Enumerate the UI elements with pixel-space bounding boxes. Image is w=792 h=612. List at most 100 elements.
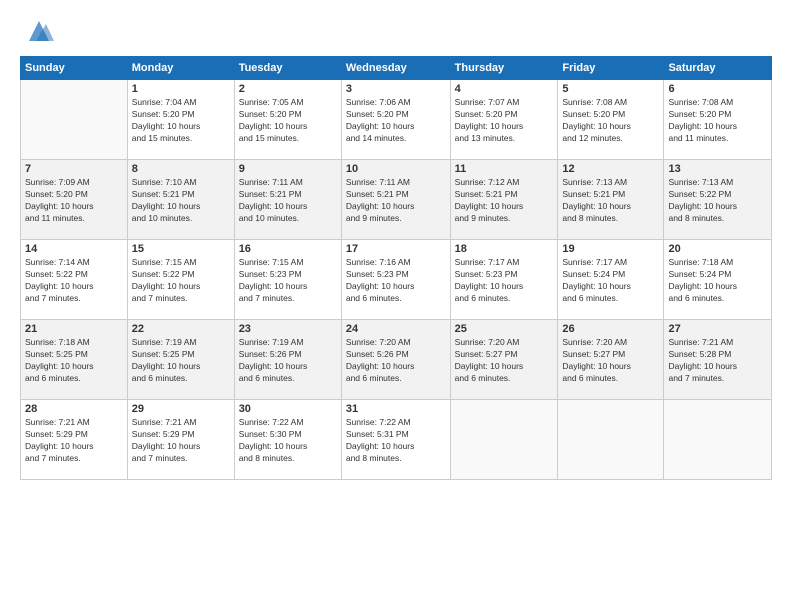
day-info: Sunrise: 7:19 AM Sunset: 5:25 PM Dayligh… <box>132 337 230 385</box>
day-number: 29 <box>132 403 230 415</box>
day-info: Sunrise: 7:11 AM Sunset: 5:21 PM Dayligh… <box>346 177 446 225</box>
calendar-cell: 3 Sunrise: 7:06 AM Sunset: 5:20 PM Daylig… <box>341 80 450 160</box>
calendar-cell <box>21 80 128 160</box>
calendar-cell: 14 Sunrise: 7:14 AM Sunset: 5:22 PM Dayli… <box>21 240 128 320</box>
calendar-cell: 1 Sunrise: 7:04 AM Sunset: 5:20 PM Daylig… <box>127 80 234 160</box>
calendar-cell: 8Sunrise: 7:10 AM Sunset: 5:21 PM Daylig… <box>127 160 234 240</box>
day-info: Sunrise: 7:13 AM Sunset: 5:21 PM Dayligh… <box>562 177 659 225</box>
day-info: Sunrise: 7:17 AM Sunset: 5:23 PM Dayligh… <box>455 257 554 305</box>
day-number: 3 <box>346 83 446 95</box>
calendar-cell: 17Sunrise: 7:16 AM Sunset: 5:23 PM Dayli… <box>341 240 450 320</box>
day-number: 23 <box>239 323 337 335</box>
calendar-header-row: SundayMondayTuesdayWednesdayThursdayFrid… <box>21 57 772 80</box>
calendar-cell: 27 Sunrise: 7:21 AM Sunset: 5:28 PM Dayli… <box>664 320 772 400</box>
calendar-cell <box>558 400 664 480</box>
day-number: 4 <box>455 83 554 95</box>
day-number: 20 <box>668 243 767 255</box>
day-number: 30 <box>239 403 337 415</box>
calendar-cell: 22 Sunrise: 7:19 AM Sunset: 5:25 PM Dayli… <box>127 320 234 400</box>
calendar-cell: 25Sunrise: 7:20 AM Sunset: 5:27 PM Dayli… <box>450 320 558 400</box>
calendar-cell: 24 Sunrise: 7:20 AM Sunset: 5:26 PM Dayli… <box>341 320 450 400</box>
calendar-cell: 12 Sunrise: 7:13 AM Sunset: 5:21 PM Dayli… <box>558 160 664 240</box>
day-info: Sunrise: 7:20 AM Sunset: 5:26 PM Dayligh… <box>346 337 446 385</box>
calendar-cell: 2 Sunrise: 7:05 AM Sunset: 5:20 PM Daylig… <box>234 80 341 160</box>
day-number: 11 <box>455 163 554 175</box>
calendar-cell: 21Sunrise: 7:18 AM Sunset: 5:25 PM Dayli… <box>21 320 128 400</box>
calendar-week-row: 1 Sunrise: 7:04 AM Sunset: 5:20 PM Daylig… <box>21 80 772 160</box>
day-number: 6 <box>668 83 767 95</box>
day-number: 28 <box>25 403 123 415</box>
day-number: 12 <box>562 163 659 175</box>
day-info: Sunrise: 7:05 AM Sunset: 5:20 PM Dayligh… <box>239 97 337 145</box>
day-info: Sunrise: 7:14 AM Sunset: 5:22 PM Dayligh… <box>25 257 123 305</box>
day-info: Sunrise: 7:19 AM Sunset: 5:26 PM Dayligh… <box>239 337 337 385</box>
day-info: Sunrise: 7:18 AM Sunset: 5:24 PM Dayligh… <box>668 257 767 305</box>
calendar-cell: 6 Sunrise: 7:08 AM Sunset: 5:20 PM Daylig… <box>664 80 772 160</box>
day-number: 27 <box>668 323 767 335</box>
day-info: Sunrise: 7:12 AM Sunset: 5:21 PM Dayligh… <box>455 177 554 225</box>
day-number: 7 <box>25 163 123 175</box>
calendar-col-saturday: Saturday <box>664 57 772 80</box>
page-header <box>20 16 772 46</box>
day-number: 2 <box>239 83 337 95</box>
day-info: Sunrise: 7:08 AM Sunset: 5:20 PM Dayligh… <box>668 97 767 145</box>
calendar-cell: 18 Sunrise: 7:17 AM Sunset: 5:23 PM Dayli… <box>450 240 558 320</box>
calendar-cell: 23 Sunrise: 7:19 AM Sunset: 5:26 PM Dayli… <box>234 320 341 400</box>
day-info: Sunrise: 7:15 AM Sunset: 5:23 PM Dayligh… <box>239 257 337 305</box>
calendar-cell: 28 Sunrise: 7:21 AM Sunset: 5:29 PM Dayli… <box>21 400 128 480</box>
day-number: 14 <box>25 243 123 255</box>
calendar-cell: 10 Sunrise: 7:11 AM Sunset: 5:21 PM Dayli… <box>341 160 450 240</box>
day-number: 16 <box>239 243 337 255</box>
day-info: Sunrise: 7:22 AM Sunset: 5:30 PM Dayligh… <box>239 417 337 465</box>
day-info: Sunrise: 7:18 AM Sunset: 5:25 PM Dayligh… <box>25 337 123 385</box>
calendar-cell: 29 Sunrise: 7:21 AM Sunset: 5:29 PM Dayli… <box>127 400 234 480</box>
calendar-cell: 5Sunrise: 7:08 AM Sunset: 5:20 PM Daylig… <box>558 80 664 160</box>
day-number: 22 <box>132 323 230 335</box>
day-info: Sunrise: 7:22 AM Sunset: 5:31 PM Dayligh… <box>346 417 446 465</box>
calendar-col-monday: Monday <box>127 57 234 80</box>
calendar-cell: 26Sunrise: 7:20 AM Sunset: 5:27 PM Dayli… <box>558 320 664 400</box>
day-number: 15 <box>132 243 230 255</box>
calendar-cell: 31 Sunrise: 7:22 AM Sunset: 5:31 PM Dayli… <box>341 400 450 480</box>
day-number: 18 <box>455 243 554 255</box>
day-info: Sunrise: 7:15 AM Sunset: 5:22 PM Dayligh… <box>132 257 230 305</box>
calendar-cell: 20 Sunrise: 7:18 AM Sunset: 5:24 PM Dayli… <box>664 240 772 320</box>
day-number: 1 <box>132 83 230 95</box>
calendar-col-tuesday: Tuesday <box>234 57 341 80</box>
calendar-col-sunday: Sunday <box>21 57 128 80</box>
calendar-week-row: 21Sunrise: 7:18 AM Sunset: 5:25 PM Dayli… <box>21 320 772 400</box>
calendar-cell: 7 Sunrise: 7:09 AM Sunset: 5:20 PM Daylig… <box>21 160 128 240</box>
day-info: Sunrise: 7:21 AM Sunset: 5:29 PM Dayligh… <box>25 417 123 465</box>
day-number: 13 <box>668 163 767 175</box>
day-info: Sunrise: 7:04 AM Sunset: 5:20 PM Dayligh… <box>132 97 230 145</box>
calendar-cell <box>664 400 772 480</box>
day-info: Sunrise: 7:17 AM Sunset: 5:24 PM Dayligh… <box>562 257 659 305</box>
day-number: 19 <box>562 243 659 255</box>
calendar-week-row: 28 Sunrise: 7:21 AM Sunset: 5:29 PM Dayli… <box>21 400 772 480</box>
day-info: Sunrise: 7:13 AM Sunset: 5:22 PM Dayligh… <box>668 177 767 225</box>
day-info: Sunrise: 7:09 AM Sunset: 5:20 PM Dayligh… <box>25 177 123 225</box>
day-number: 8 <box>132 163 230 175</box>
day-info: Sunrise: 7:21 AM Sunset: 5:28 PM Dayligh… <box>668 337 767 385</box>
calendar-cell: 16 Sunrise: 7:15 AM Sunset: 5:23 PM Dayli… <box>234 240 341 320</box>
logo-icon <box>24 16 54 46</box>
calendar-col-thursday: Thursday <box>450 57 558 80</box>
day-info: Sunrise: 7:07 AM Sunset: 5:20 PM Dayligh… <box>455 97 554 145</box>
calendar-week-row: 14 Sunrise: 7:14 AM Sunset: 5:22 PM Dayli… <box>21 240 772 320</box>
day-info: Sunrise: 7:08 AM Sunset: 5:20 PM Dayligh… <box>562 97 659 145</box>
calendar-col-wednesday: Wednesday <box>341 57 450 80</box>
day-number: 9 <box>239 163 337 175</box>
day-number: 31 <box>346 403 446 415</box>
day-number: 10 <box>346 163 446 175</box>
day-info: Sunrise: 7:11 AM Sunset: 5:21 PM Dayligh… <box>239 177 337 225</box>
day-info: Sunrise: 7:21 AM Sunset: 5:29 PM Dayligh… <box>132 417 230 465</box>
calendar-cell: 11 Sunrise: 7:12 AM Sunset: 5:21 PM Dayli… <box>450 160 558 240</box>
day-info: Sunrise: 7:06 AM Sunset: 5:20 PM Dayligh… <box>346 97 446 145</box>
calendar-cell: 30 Sunrise: 7:22 AM Sunset: 5:30 PM Dayli… <box>234 400 341 480</box>
day-number: 24 <box>346 323 446 335</box>
logo <box>20 16 54 46</box>
calendar-cell: 13 Sunrise: 7:13 AM Sunset: 5:22 PM Dayli… <box>664 160 772 240</box>
calendar-week-row: 7 Sunrise: 7:09 AM Sunset: 5:20 PM Daylig… <box>21 160 772 240</box>
day-info: Sunrise: 7:16 AM Sunset: 5:23 PM Dayligh… <box>346 257 446 305</box>
calendar-cell: 19 Sunrise: 7:17 AM Sunset: 5:24 PM Dayli… <box>558 240 664 320</box>
